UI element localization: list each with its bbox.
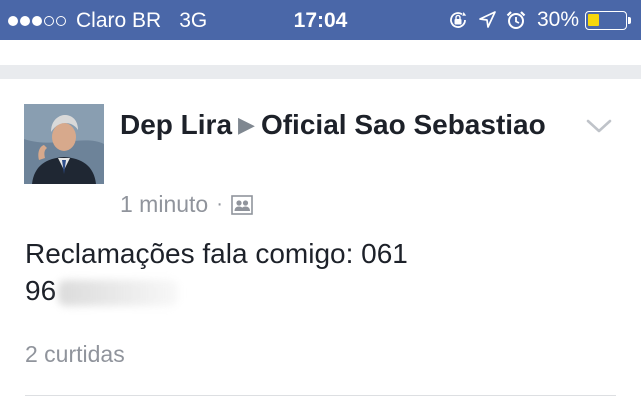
feed-top-spacer bbox=[0, 40, 641, 65]
profile-photo-icon bbox=[24, 104, 104, 184]
shared-to-arrow-icon: ▶ bbox=[238, 112, 255, 137]
chevron-down-icon[interactable] bbox=[585, 117, 613, 135]
location-arrow-icon bbox=[479, 11, 496, 28]
battery-percentage: 30% bbox=[536, 8, 579, 31]
post-meta: 1 minuto · bbox=[120, 191, 253, 218]
status-bar: Claro BR 3G 17:04 30% bbox=[0, 0, 641, 40]
post-header: Dep Lira ▶ Oficial Sao Sebastiao bbox=[120, 106, 560, 146]
signal-strength-icon bbox=[8, 16, 68, 26]
redacted-phone-number bbox=[58, 279, 179, 306]
orientation-lock-icon bbox=[450, 12, 467, 28]
post-timestamp[interactable]: 1 minuto bbox=[120, 191, 208, 218]
author-name[interactable]: Dep Lira bbox=[120, 109, 232, 140]
post-text-line-2: 96 bbox=[25, 272, 585, 309]
network-type: 3G bbox=[179, 9, 208, 32]
post-footer-divider bbox=[25, 395, 616, 396]
battery-level-fill bbox=[588, 13, 599, 26]
status-left: Claro BR 3G bbox=[8, 9, 207, 33]
post-text-visible-digits: 96 bbox=[25, 275, 57, 306]
likes-count[interactable]: 2 curtidas bbox=[25, 341, 125, 368]
meta-separator: · bbox=[216, 193, 223, 215]
carrier-name: Claro BR bbox=[76, 9, 162, 32]
status-right: 30% bbox=[439, 8, 631, 32]
feed-post[interactable]: Dep Lira ▶ Oficial Sao Sebastiao 1 minuto … bbox=[0, 79, 641, 408]
battery-terminal bbox=[628, 16, 631, 24]
group-name[interactable]: Oficial Sao Sebastiao bbox=[261, 109, 546, 140]
battery-icon bbox=[585, 10, 627, 30]
post-text-line: Reclamações fala comigo: 061 bbox=[25, 238, 408, 269]
alarm-icon bbox=[506, 11, 526, 29]
post-body: Reclamações fala comigo: 061 96 bbox=[25, 235, 585, 309]
avatar[interactable] bbox=[24, 104, 104, 184]
group-audience-icon bbox=[231, 194, 253, 215]
